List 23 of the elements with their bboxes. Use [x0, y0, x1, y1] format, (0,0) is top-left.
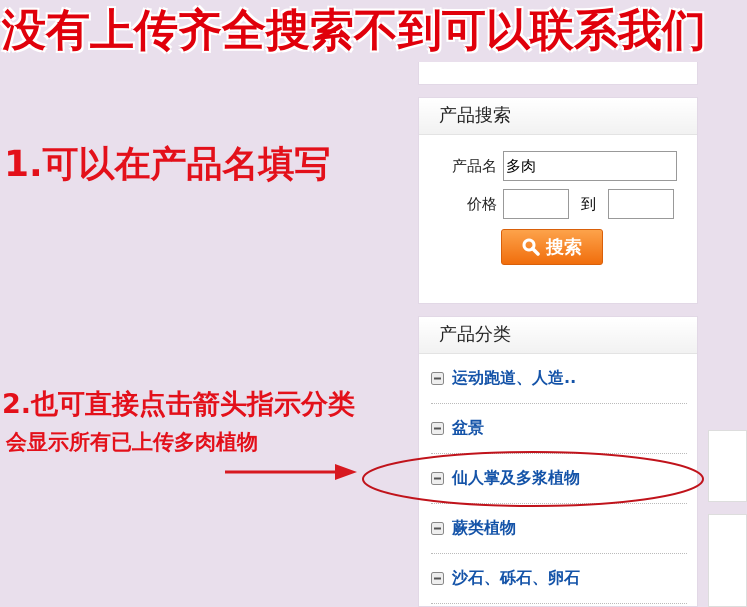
category-link[interactable]: 沙石、砾石、卵石 — [452, 568, 580, 589]
annotation-text: 1.可以在产品名填写 — [4, 143, 331, 187]
field-label: 产品名 — [451, 156, 497, 176]
collapse-icon[interactable] — [431, 472, 444, 485]
min-price-field[interactable] — [503, 189, 569, 219]
search-icon — [522, 238, 540, 256]
category-link[interactable]: 仙人掌及多浆植物 — [452, 468, 580, 489]
category-link[interactable]: 运动跑道、人造.. — [452, 368, 576, 389]
collapse-icon[interactable] — [431, 372, 444, 385]
category-link[interactable]: 盆景 — [452, 418, 484, 439]
banner-title: 没有上传齐全搜索不到可以联系我们 — [0, 4, 707, 58]
field-label: 价格 — [466, 194, 497, 214]
category-link[interactable]: 蕨类植物 — [452, 518, 516, 539]
panel-background — [708, 430, 747, 502]
collapse-icon[interactable] — [431, 522, 444, 535]
collapse-icon[interactable] — [431, 422, 444, 435]
annotation-text: 2.也可直接点击箭头指示分类 — [2, 388, 356, 422]
max-price-field[interactable] — [608, 189, 674, 219]
arrow-icon — [225, 462, 357, 482]
product-name-field[interactable]: 多肉 — [503, 151, 677, 181]
field-label: 到 — [581, 194, 596, 214]
collapse-icon[interactable] — [431, 572, 444, 585]
annotation-text: 会显示所有已上传多肉植物 — [6, 429, 258, 456]
